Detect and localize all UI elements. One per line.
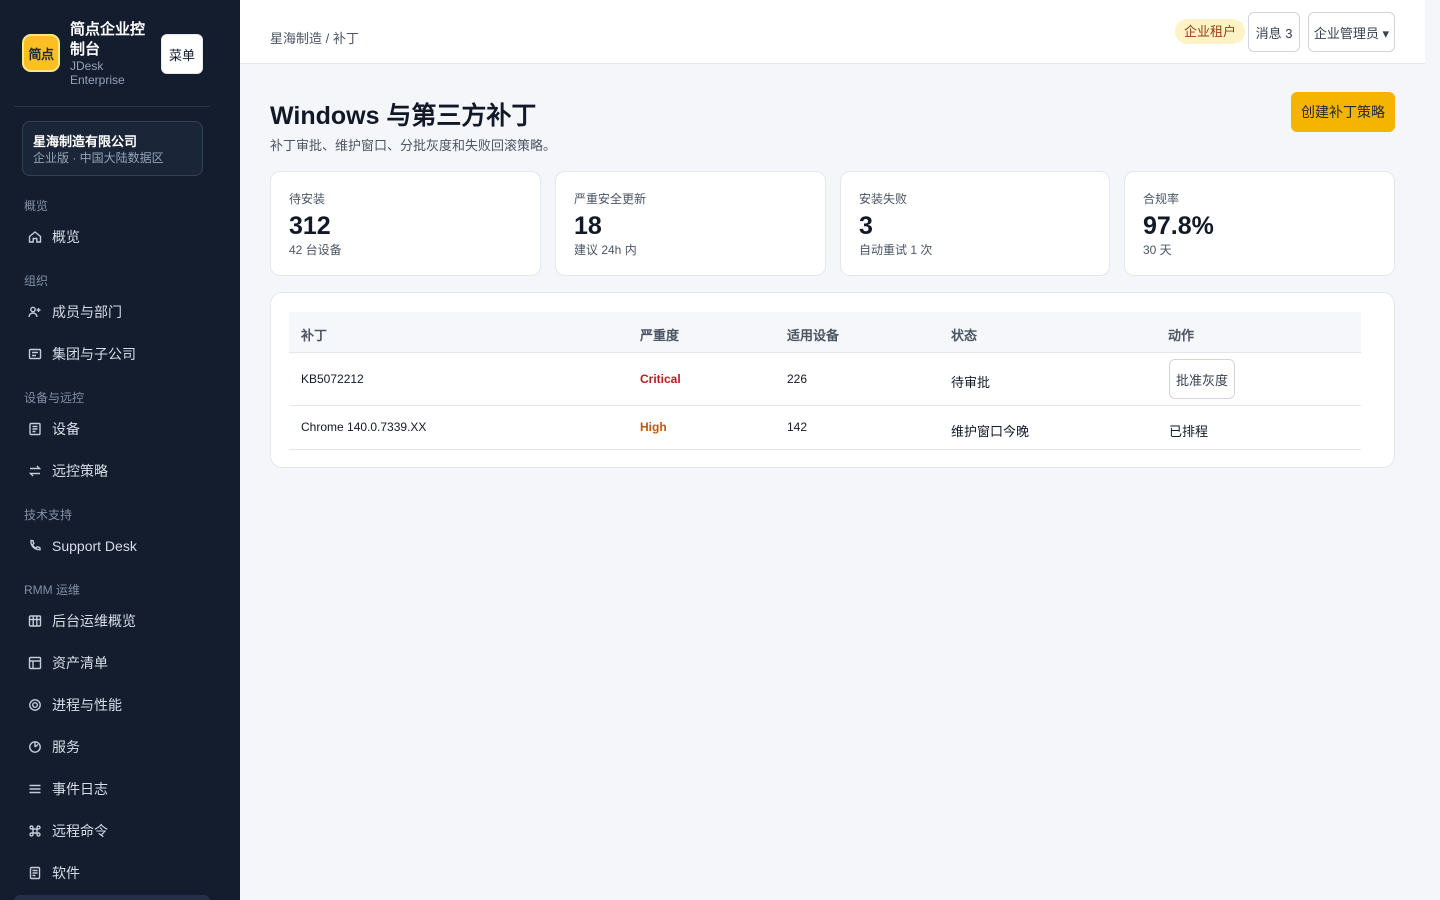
- nav-section-overview: 概览: [24, 199, 49, 213]
- stat-value: 18: [574, 212, 602, 240]
- sidebar-item-label: 设备: [52, 421, 80, 437]
- brand-logo: 简点: [22, 34, 60, 72]
- stat-card-failed: 安装失败 3 自动重试 1 次: [840, 171, 1110, 276]
- stat-label: 严重安全更新: [574, 192, 647, 206]
- brand-subtitle: JDesk Enterprise: [70, 59, 125, 87]
- page-subtitle: 补丁审批、维护窗口、分批灰度和失败回滚策略。: [270, 138, 557, 153]
- stat-card-compliance: 合规率 97.8% 30 天: [1124, 171, 1395, 276]
- patch-name: KB5072212: [301, 372, 364, 386]
- stat-note: 建议 24h 内: [574, 243, 637, 257]
- stat-note: 30 天: [1143, 243, 1172, 257]
- account-dropdown[interactable]: 企业管理员 ▾: [1308, 12, 1395, 52]
- sidebar-item-support-desk[interactable]: Support Desk: [14, 528, 210, 564]
- sidebar-item-label: 事件日志: [52, 781, 108, 797]
- sidebar-item-software[interactable]: 软件: [14, 855, 210, 891]
- sidebar-item-label: 服务: [52, 739, 80, 755]
- nav-section-support: 技术支持: [24, 508, 73, 522]
- sidebar-item-remote-policy[interactable]: 远控策略: [14, 453, 210, 489]
- nav-section-devices: 设备与远控: [24, 391, 85, 405]
- sidebar-item-group[interactable]: 集团与子公司: [14, 336, 210, 372]
- sidebar-item-assets[interactable]: 资产清单: [14, 645, 210, 681]
- org-meta: 企业版 · 中国大陆数据区: [33, 151, 164, 165]
- org-switcher[interactable]: 星海制造有限公司 企业版 · 中国大陆数据区: [22, 121, 203, 176]
- home-icon: [28, 231, 42, 243]
- sidebar-item-active[interactable]: [14, 895, 210, 900]
- approve-rollout-button[interactable]: 批准灰度: [1169, 359, 1235, 399]
- layout-icon: [28, 656, 42, 670]
- grid-icon: [28, 615, 42, 627]
- sidebar-item-ops-overview[interactable]: 后台运维概览: [14, 603, 210, 639]
- device-count: 226: [787, 372, 808, 386]
- sidebar-item-services[interactable]: 服务: [14, 729, 210, 765]
- sidebar-item-members[interactable]: 成员与部门: [14, 294, 210, 330]
- create-patch-policy-button[interactable]: 创建补丁策略: [1291, 92, 1395, 132]
- menu-button[interactable]: 菜单: [161, 34, 203, 74]
- column-header-patch: 补丁: [301, 328, 328, 343]
- sidebar-item-label: 进程与性能: [52, 697, 122, 713]
- brand-title: 简点企业控制台: [70, 21, 146, 58]
- severity-label: Critical: [640, 372, 681, 386]
- messages-button[interactable]: 消息 3: [1248, 12, 1300, 52]
- severity-label: High: [640, 420, 667, 434]
- user-add-icon: [28, 306, 41, 318]
- device-count: 142: [787, 420, 808, 434]
- table-header: 补丁 严重度 适用设备 状态 动作: [289, 312, 1361, 353]
- stat-value: 3: [859, 212, 873, 240]
- table-row: Chrome 140.0.7339.XX High 142 维护窗口今晚 已排程: [289, 406, 1361, 450]
- stat-card-critical: 严重安全更新 18 建议 24h 内: [555, 171, 826, 276]
- list-icon: [29, 784, 41, 794]
- sidebar-item-label: 成员与部门: [52, 304, 122, 320]
- command-icon: [29, 825, 41, 837]
- sidebar-item-label: 集团与子公司: [52, 346, 136, 362]
- stat-label: 待安装: [289, 192, 326, 206]
- divider: [14, 106, 210, 107]
- tenant-badge: 企业租户: [1175, 19, 1246, 44]
- sidebar-item-label: 资产清单: [52, 655, 108, 671]
- target-icon: [29, 699, 41, 711]
- breadcrumb: 星海制造 / 补丁: [270, 31, 359, 46]
- gauge-icon: [29, 741, 41, 753]
- sidebar-item-devices[interactable]: 设备: [14, 411, 210, 447]
- patch-table: 补丁 严重度 适用设备 状态 动作 KB5072212 Critical 226…: [270, 292, 1395, 468]
- sidebar-item-label: 远程命令: [52, 823, 108, 839]
- stat-value: 312: [289, 212, 331, 240]
- table-row: KB5072212 Critical 226 待审批 批准灰度: [289, 353, 1361, 406]
- column-header-severity: 严重度: [640, 328, 680, 343]
- device-icon: [29, 422, 41, 436]
- stat-label: 安装失败: [859, 192, 908, 206]
- stat-value: 97.8%: [1143, 212, 1214, 240]
- top-bar: 星海制造 / 补丁 企业租户 消息 3 企业管理员 ▾: [240, 0, 1425, 64]
- action-status: 已排程: [1169, 424, 1209, 439]
- patch-name: Chrome 140.0.7339.XX: [301, 420, 427, 434]
- org-name: 星海制造有限公司: [33, 134, 138, 149]
- sidebar-item-processes[interactable]: 进程与性能: [14, 687, 210, 723]
- document-icon: [29, 866, 41, 880]
- sidebar: 简点 简点企业控制台 JDesk Enterprise 菜单 星海制造有限公司 …: [0, 0, 240, 900]
- stat-note: 42 台设备: [289, 243, 342, 257]
- page-title: Windows 与第三方补丁: [270, 102, 537, 130]
- brand: 简点 简点企业控制台 JDesk Enterprise 菜单: [22, 20, 210, 88]
- sidebar-item-label: 概览: [52, 229, 80, 245]
- sidebar-item-label: 软件: [52, 865, 80, 881]
- sidebar-item-event-log[interactable]: 事件日志: [14, 771, 210, 807]
- phone-icon: [30, 539, 41, 551]
- nav-section-rmm: RMM 运维: [24, 583, 80, 597]
- column-header-status: 状态: [951, 328, 978, 343]
- arrows-swap-icon: [28, 465, 42, 477]
- stat-label: 合规率: [1143, 192, 1180, 206]
- column-header-action: 动作: [1168, 328, 1195, 343]
- sidebar-item-label: 远控策略: [52, 463, 108, 479]
- nav-section-org: 组织: [24, 274, 49, 288]
- column-header-devices: 适用设备: [787, 328, 840, 343]
- stat-note: 自动重试 1 次: [859, 243, 933, 257]
- building-icon: [28, 348, 42, 360]
- sidebar-item-label: 后台运维概览: [52, 613, 136, 629]
- sidebar-item-remote-command[interactable]: 远程命令: [14, 813, 210, 849]
- sidebar-item-overview[interactable]: 概览: [14, 219, 210, 255]
- sidebar-item-label: Support Desk: [52, 538, 137, 554]
- patch-status: 维护窗口今晚: [951, 424, 1030, 439]
- patch-status: 待审批: [951, 375, 991, 390]
- stat-card-pending: 待安装 312 42 台设备: [270, 171, 541, 276]
